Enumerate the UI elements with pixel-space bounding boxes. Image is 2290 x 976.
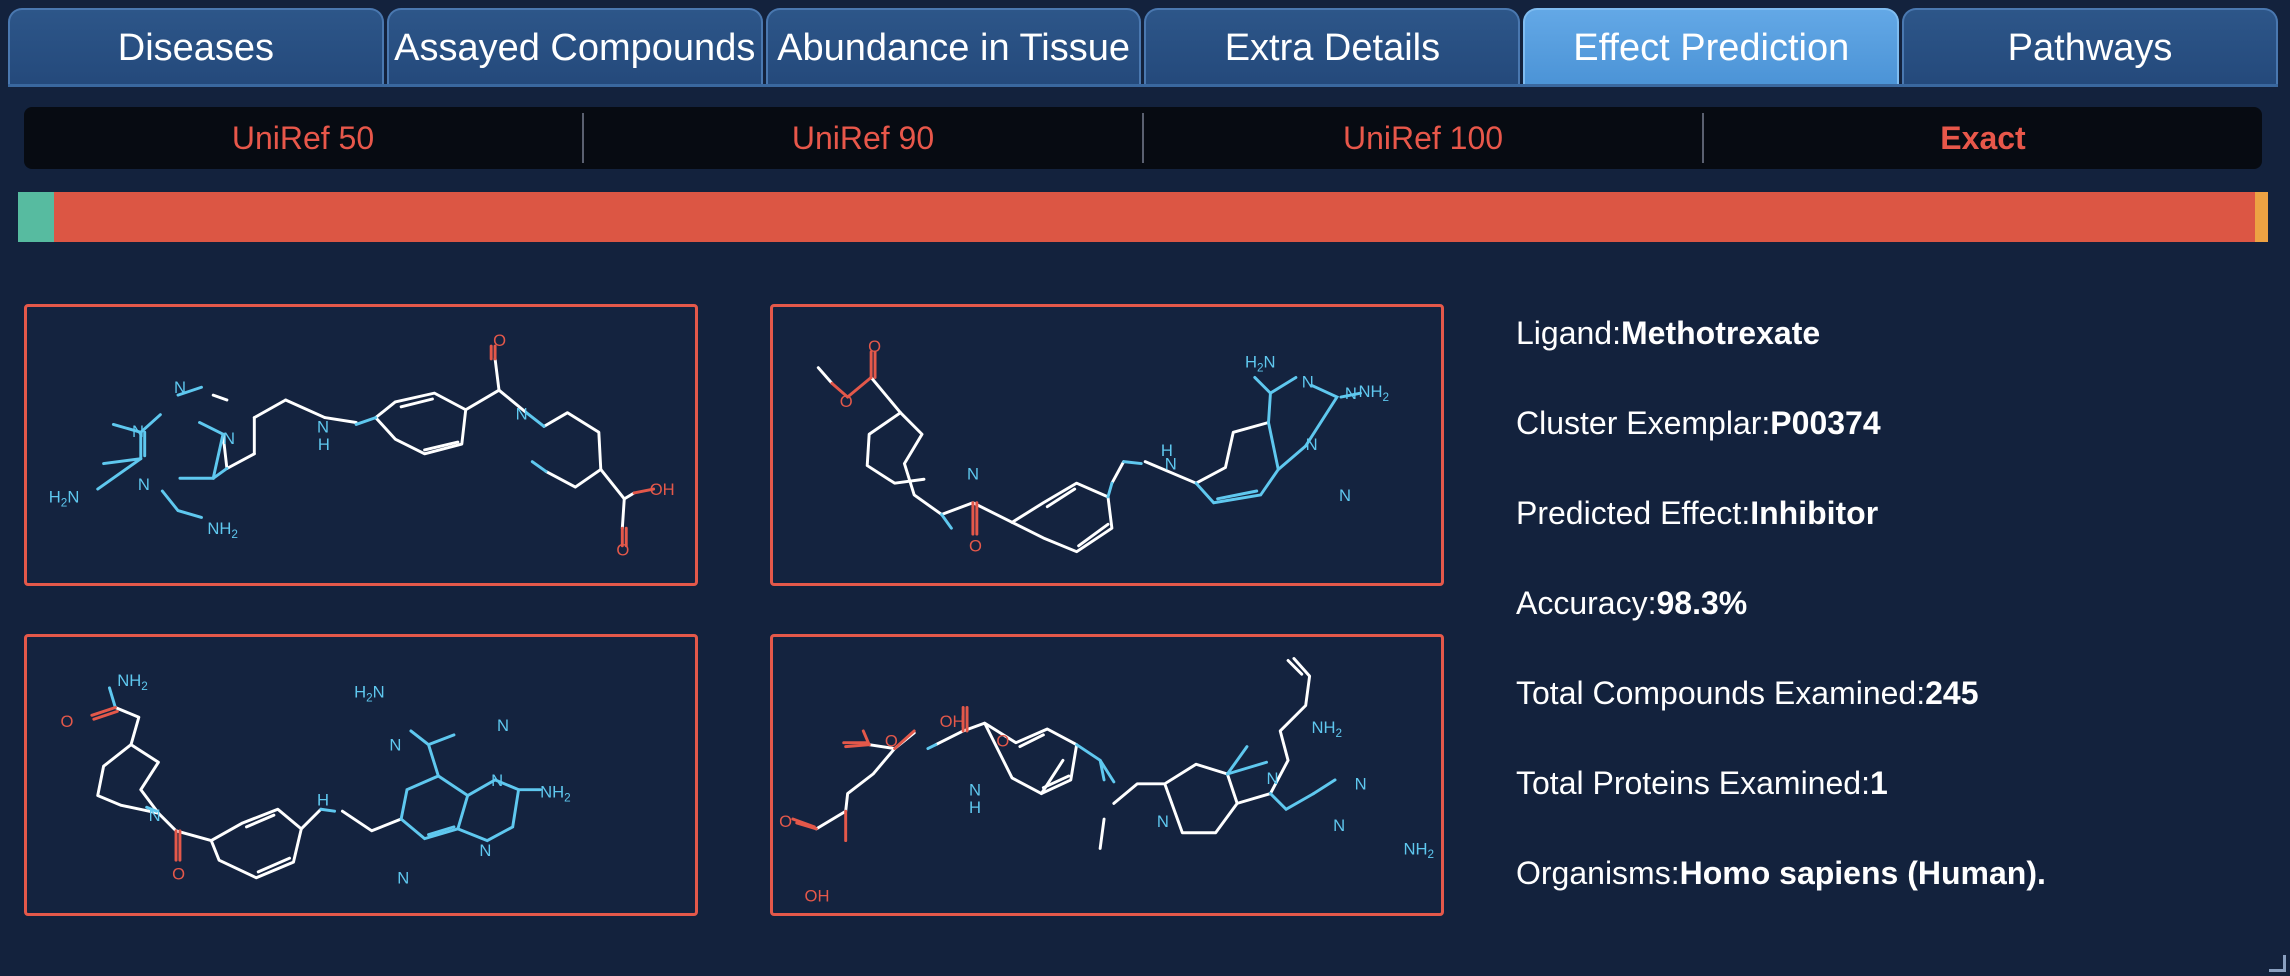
atom-label: H — [317, 790, 329, 809]
predicted-effect-value: Inhibitor — [1750, 495, 1879, 531]
atom-label: N — [132, 422, 144, 441]
atom-label: N — [223, 429, 235, 448]
atom-label: O — [61, 712, 74, 731]
atom-label: N — [1345, 384, 1357, 403]
effect-segment-other — [2254, 192, 2268, 242]
molecule-structure-3: NH2 O N O H N N NH2 N N N H2N — [61, 671, 571, 888]
atom-label: N — [497, 716, 509, 735]
atom-label: H — [1161, 441, 1173, 460]
predicted-effect-row: Predicted Effect:Inhibitor — [1516, 495, 1879, 531]
molecule-card-1[interactable]: N N N N H2N NH2 N H N O O OH — [24, 304, 698, 586]
atom-label: N — [1306, 435, 1318, 454]
tab-effect-prediction[interactable]: Effect Prediction — [1523, 8, 1900, 86]
total-proteins-value: 1 — [1869, 765, 1888, 801]
molecule-card-2[interactable]: O O N O N H N N N N NH2 H2N — [770, 304, 1444, 586]
atom-label: N — [1333, 816, 1345, 835]
atom-label: N — [969, 781, 981, 800]
atom-label: N — [174, 378, 186, 397]
atom-label: N — [516, 405, 528, 424]
atom-label: N — [1355, 775, 1367, 794]
subtab-uniref-50[interactable]: UniRef 50 — [24, 113, 584, 163]
tab-pathways[interactable]: Pathways — [1902, 8, 2278, 86]
effect-segment-inhibitor — [54, 192, 2255, 242]
atom-label: NH2 — [207, 519, 238, 541]
accuracy-row: Accuracy:98.3% — [1516, 585, 1748, 621]
atom-label: N — [1157, 812, 1169, 831]
atom-label: N — [967, 464, 979, 483]
subtab-uniref-90[interactable]: UniRef 90 — [584, 113, 1144, 163]
atom-label: NH2 — [1404, 839, 1435, 861]
effect-distribution-bar — [18, 192, 2268, 242]
molecule-structure-1: N N N N H2N NH2 N H N O O OH — [49, 331, 675, 560]
total-proteins-row: Total Proteins Examined:1 — [1516, 765, 1888, 801]
atom-label: H2N — [1245, 353, 1276, 375]
atom-label: O — [779, 812, 792, 831]
atom-label: H — [318, 435, 330, 454]
atom-label: O — [840, 392, 853, 411]
atom-label: OH — [650, 480, 675, 499]
atom-label: O — [868, 337, 881, 356]
atom-label: NH2 — [1312, 718, 1343, 740]
atom-label: O — [172, 865, 185, 884]
atom-label: N — [397, 869, 409, 888]
cluster-exemplar-row: Cluster Exemplar:P00374 — [1516, 405, 1881, 441]
cluster-exemplar-value: P00374 — [1770, 405, 1881, 441]
similarity-level-bar: UniRef 50 UniRef 90 UniRef 100 Exact — [24, 107, 2262, 169]
tab-assayed-compounds[interactable]: Assayed Compounds — [386, 8, 763, 86]
atom-label: NH2 — [1359, 382, 1390, 404]
atom-label: H2N — [49, 488, 80, 510]
atom-label: H2N — [354, 683, 385, 705]
atom-label: N — [479, 841, 491, 860]
molecule-card-4[interactable]: OH O OH O O N H N N N N NH2 NH2 — [770, 634, 1444, 916]
organisms-value: Homo sapiens (Human). — [1679, 855, 2046, 891]
subtab-uniref-100[interactable]: UniRef 100 — [1144, 113, 1704, 163]
atom-label: NH2 — [540, 783, 571, 805]
atom-label: N — [1339, 486, 1351, 505]
prediction-details: Ligand:Methotrexate Cluster Exemplar:P00… — [1516, 300, 2276, 930]
molecule-structure-2: O O N O N H N N N N NH2 H2N — [816, 337, 1390, 556]
tab-bar: Diseases Assayed Compounds Abundance in … — [8, 8, 2278, 86]
atom-label: O — [493, 331, 506, 350]
organisms-row: Organisms:Homo sapiens (Human). — [1516, 855, 2046, 891]
ligand-value: Methotrexate — [1620, 315, 1821, 351]
atom-label: N — [1302, 372, 1314, 391]
atom-label: H — [969, 798, 981, 817]
resize-handle[interactable] — [2269, 955, 2286, 972]
subtab-exact[interactable]: Exact — [1704, 113, 2262, 163]
tab-extra-details[interactable]: Extra Details — [1144, 8, 1521, 86]
total-compounds-value: 245 — [1925, 675, 1979, 711]
atom-label: O — [996, 732, 1009, 751]
atom-label: O — [885, 732, 898, 751]
atom-label: N — [491, 771, 503, 790]
atom-label: NH2 — [117, 671, 148, 693]
atom-label: OH — [805, 886, 830, 905]
atom-label: N — [317, 417, 329, 436]
atom-label: N — [149, 806, 161, 825]
molecule-structure-4: OH O OH O O N H N N N N NH2 NH2 — [779, 657, 1435, 905]
atom-label: OH — [940, 712, 965, 731]
atom-label: N — [138, 475, 150, 494]
tab-underline — [8, 84, 2278, 87]
atom-label: O — [969, 537, 982, 556]
accuracy-value: 98.3% — [1656, 585, 1748, 621]
effect-segment-activator — [18, 192, 54, 242]
atom-label: O — [616, 541, 629, 560]
total-compounds-row: Total Compounds Examined:245 — [1516, 675, 1979, 711]
tab-diseases[interactable]: Diseases — [8, 8, 384, 86]
tab-abundance-in-tissue[interactable]: Abundance in Tissue — [765, 8, 1142, 86]
ligand-row: Ligand:Methotrexate — [1516, 315, 1821, 351]
atom-label: N — [1267, 769, 1279, 788]
atom-label: N — [389, 736, 401, 755]
molecule-card-3[interactable]: NH2 O N O H N N NH2 N N N H2N — [24, 634, 698, 916]
